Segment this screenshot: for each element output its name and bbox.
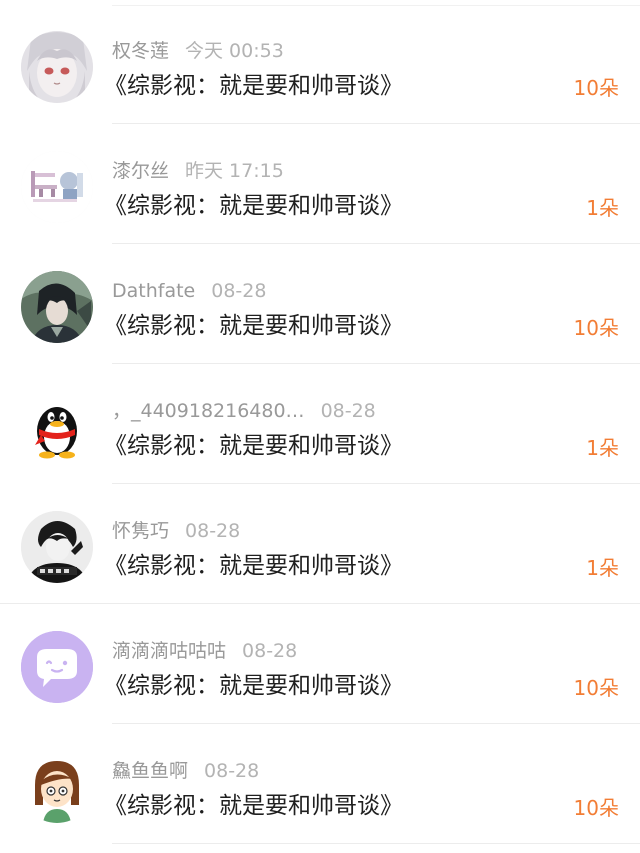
list-item[interactable]: 怀隽巧 08-28 《综影视：就是要和帅哥谈》 1朵 (0, 484, 640, 604)
book-title[interactable]: 《综影视：就是要和帅哥谈》 (104, 310, 403, 342)
book-title[interactable]: 《综影视：就是要和帅哥谈》 (104, 430, 403, 462)
list-item[interactable]: ，_440918216480… 08-28 《综影视：就是要和帅哥谈》 1朵 (0, 364, 640, 484)
username[interactable]: Dathfate (112, 280, 195, 302)
list-item[interactable]: 滴滴滴咕咕咕 08-28 《综影视：就是要和帅哥谈》 10朵 (0, 604, 640, 724)
username[interactable]: 鱻鱼鱼啊 (112, 760, 188, 782)
gift-record-list: 权冬莲 今天 00:53 《综影视：就是要和帅哥谈》 10朵 漆尔丝 昨天 17:1… (0, 0, 640, 853)
gift-amount: 1朵 (586, 556, 619, 580)
gift-amount: 10朵 (573, 676, 619, 700)
book-title[interactable]: 《综影视：就是要和帅哥谈》 (104, 550, 403, 582)
qq-penguin-avatar-icon[interactable] (21, 391, 93, 463)
item-meta: Dathfate 08-28 (112, 279, 266, 303)
gift-amount: 10朵 (573, 316, 619, 340)
list-item[interactable]: 鱻鱼鱼啊 08-28 《综影视：就是要和帅哥谈》 10朵 (0, 724, 640, 844)
bw-boy-avatar-icon[interactable] (21, 511, 93, 583)
timestamp: 08-28 (320, 400, 376, 422)
chat-bubble-avatar-icon[interactable] (21, 631, 93, 703)
timestamp: 今天 00:53 (185, 40, 284, 62)
timestamp: 08-28 (242, 640, 298, 662)
username[interactable]: 权冬莲 (112, 40, 169, 62)
item-meta: 滴滴滴咕咕咕 08-28 (112, 639, 297, 663)
username[interactable]: 怀隽巧 (112, 520, 169, 542)
divider (112, 843, 640, 844)
list-item[interactable]: 权冬莲 今天 00:53 《综影视：就是要和帅哥谈》 10朵 (0, 4, 640, 124)
pixel-art-avatar-icon[interactable] (21, 151, 93, 223)
item-meta: 权冬莲 今天 00:53 (112, 39, 284, 63)
list-item[interactable]: 漆尔丝 昨天 17:15 《综影视：就是要和帅哥谈》 1朵 (0, 124, 640, 244)
item-meta: ，_440918216480… 08-28 (112, 399, 376, 423)
item-meta: 漆尔丝 昨天 17:15 (112, 159, 284, 183)
dark-hero-avatar-icon[interactable] (21, 271, 93, 343)
item-meta: 鱻鱼鱼啊 08-28 (112, 759, 259, 783)
timestamp: 08-28 (204, 760, 260, 782)
username[interactable]: 漆尔丝 (112, 160, 169, 182)
gift-amount: 1朵 (586, 196, 619, 220)
cartoon-girl-avatar-icon[interactable] (21, 751, 93, 823)
item-meta: 怀隽巧 08-28 (112, 519, 240, 543)
book-title[interactable]: 《综影视：就是要和帅哥谈》 (104, 70, 403, 102)
timestamp: 08-28 (185, 520, 241, 542)
gift-amount: 10朵 (573, 76, 619, 100)
list-item[interactable]: Dathfate 08-28 《综影视：就是要和帅哥谈》 10朵 (0, 244, 640, 364)
book-title[interactable]: 《综影视：就是要和帅哥谈》 (104, 790, 403, 822)
gift-amount: 10朵 (573, 796, 619, 820)
anime-girl-avatar-icon[interactable] (21, 31, 93, 103)
timestamp: 昨天 17:15 (185, 160, 284, 182)
gift-amount: 1朵 (586, 436, 619, 460)
book-title[interactable]: 《综影视：就是要和帅哥谈》 (104, 190, 403, 222)
book-title[interactable]: 《综影视：就是要和帅哥谈》 (104, 670, 403, 702)
username[interactable]: ，_440918216480… (112, 400, 305, 422)
username[interactable]: 滴滴滴咕咕咕 (112, 640, 226, 662)
timestamp: 08-28 (211, 280, 267, 302)
